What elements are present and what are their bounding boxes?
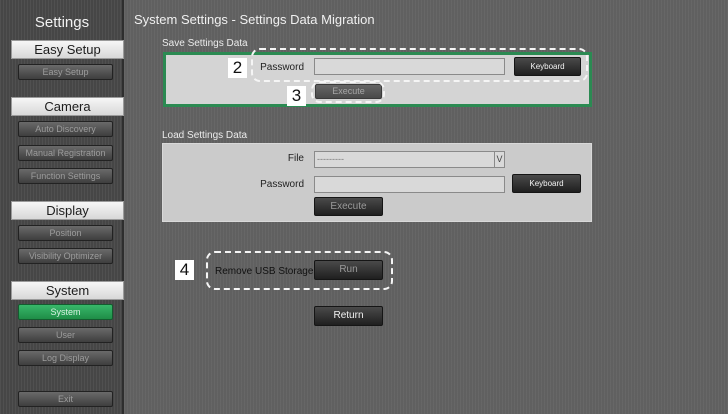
main-content: System Settings - Settings Data Migratio… xyxy=(124,0,728,414)
sidebar-item-easy-setup[interactable]: Easy Setup xyxy=(18,64,113,80)
sidebar-title: Settings xyxy=(34,14,90,31)
sidebar-item-system[interactable]: System xyxy=(18,304,113,320)
sidebar-item-manual-registration[interactable]: Manual Registration xyxy=(18,145,113,161)
sidebar-item-auto-discovery[interactable]: Auto Discovery xyxy=(18,121,113,137)
load-execute-button[interactable]: Execute xyxy=(314,197,383,216)
sidebar-header-system: System xyxy=(11,281,124,300)
sidebar: Settings Easy Setup Easy Setup Camera Au… xyxy=(0,0,124,414)
callout-outline-3 xyxy=(311,81,385,103)
callout-number-2: 2 xyxy=(228,58,247,78)
sidebar-item-log-display[interactable]: Log Display xyxy=(18,350,113,366)
load-keyboard-button[interactable]: Keyboard xyxy=(512,174,581,193)
sidebar-item-position[interactable]: Position xyxy=(18,225,113,241)
chevron-down-icon: V xyxy=(494,152,504,167)
load-file-value: --------- xyxy=(317,154,344,164)
exit-button[interactable]: Exit xyxy=(18,391,113,407)
callout-outline-2 xyxy=(251,48,588,82)
page-title: System Settings - Settings Data Migratio… xyxy=(134,12,375,27)
load-section-label: Load Settings Data xyxy=(162,130,248,141)
sidebar-item-function-settings[interactable]: Function Settings xyxy=(18,168,113,184)
callout-number-4: 4 xyxy=(175,260,194,280)
sidebar-item-user[interactable]: User xyxy=(18,327,113,343)
save-section-label: Save Settings Data xyxy=(162,38,248,49)
load-file-select[interactable]: --------- V xyxy=(314,151,505,168)
sidebar-item-visibility-optimizer[interactable]: Visibility Optimizer xyxy=(18,248,113,264)
return-button[interactable]: Return xyxy=(314,306,383,326)
load-file-label: File xyxy=(287,153,304,164)
sidebar-header-easy-setup: Easy Setup xyxy=(11,40,124,59)
sidebar-header-camera: Camera xyxy=(11,97,124,116)
load-password-input[interactable] xyxy=(314,176,505,193)
load-password-label: Password xyxy=(260,179,304,190)
callout-number-3: 3 xyxy=(287,86,306,106)
callout-outline-4 xyxy=(206,251,393,290)
sidebar-header-display: Display xyxy=(11,201,124,220)
